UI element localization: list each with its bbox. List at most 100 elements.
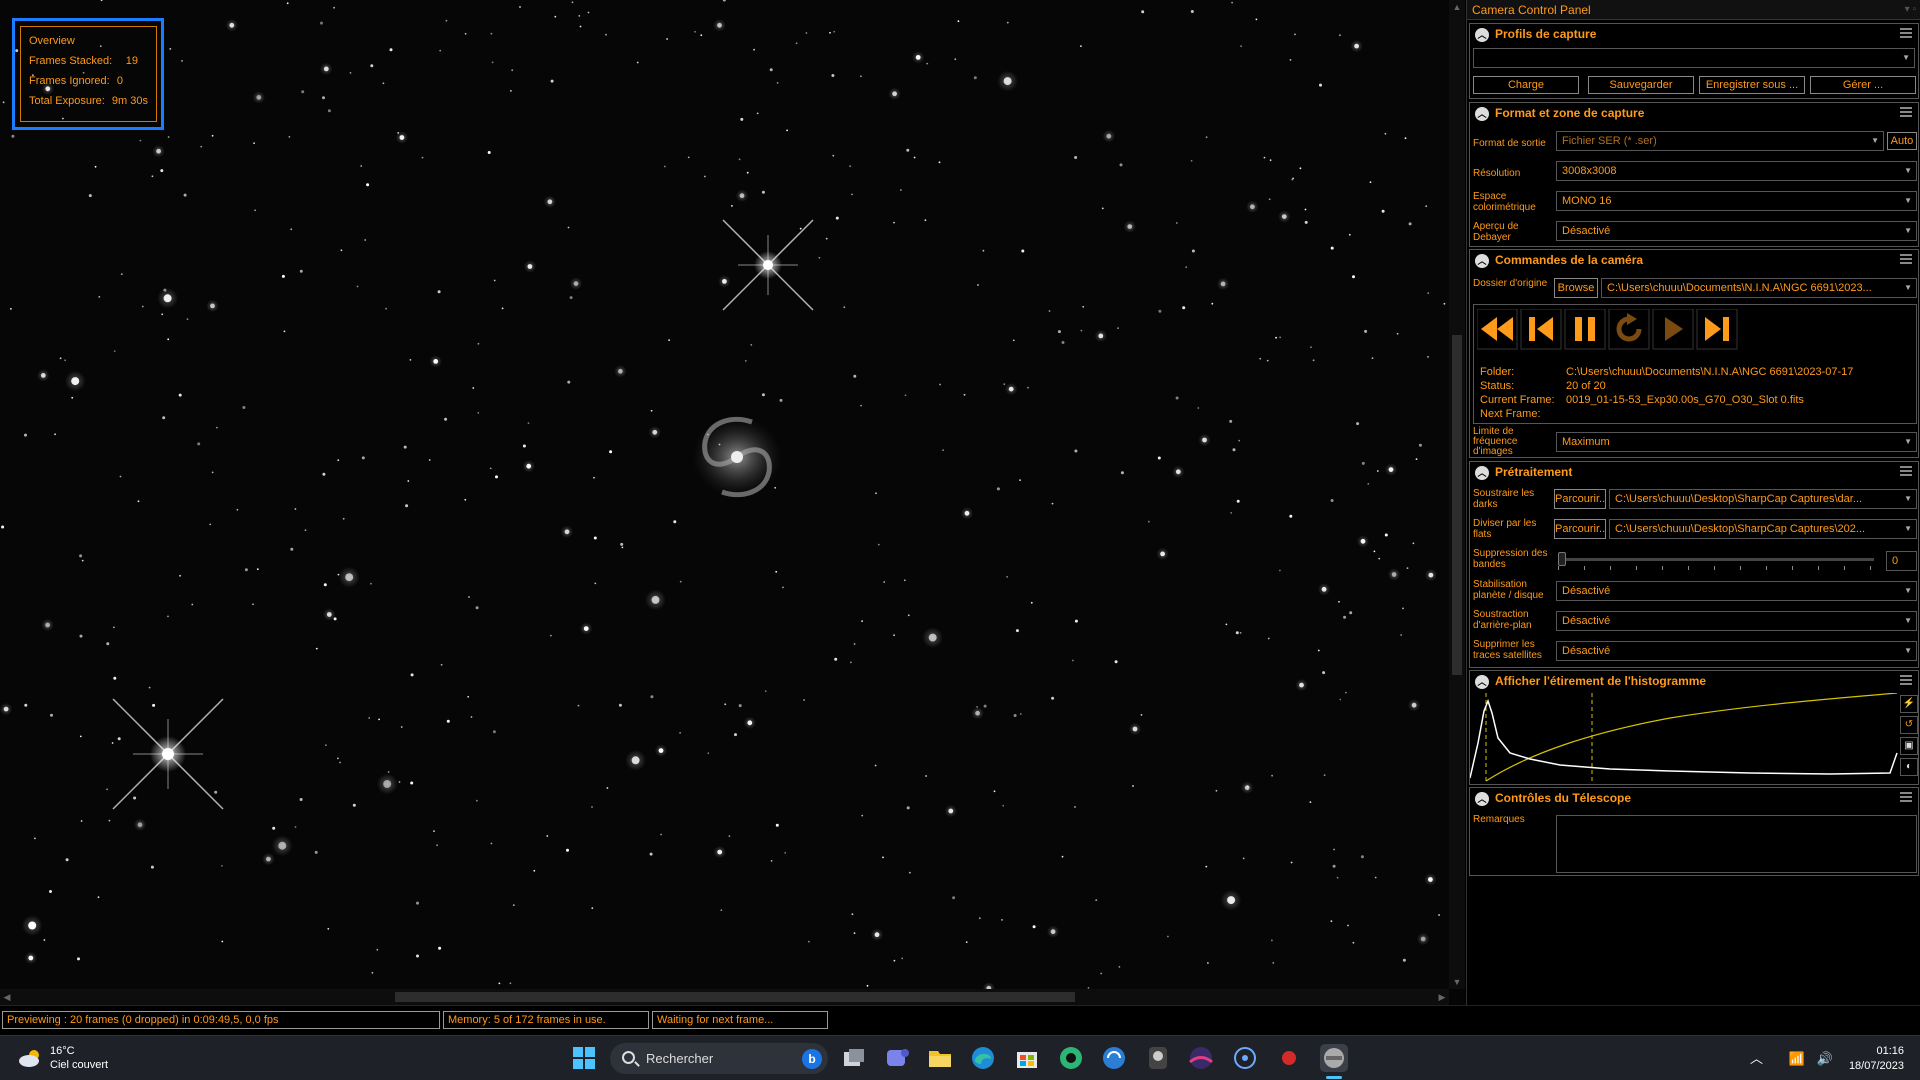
blue-swirl-app-icon[interactable] [1100,1044,1128,1072]
dropdown-arrow-icon[interactable]: ▼ [1904,192,1912,210]
auto-stretch-icon[interactable]: ⚡ [1900,695,1918,713]
previous-frame-button[interactable] [1520,309,1562,350]
rewind-button[interactable] [1477,309,1518,350]
collapse-chevron-icon[interactable]: ︿ [1475,675,1489,689]
star-field-image[interactable] [0,0,1449,989]
star [409,359,412,361]
contrast-icon[interactable]: ◐ [1900,758,1918,776]
save-profile-button[interactable]: Sauvegarder [1588,76,1694,94]
teams-chat-icon[interactable] [883,1044,911,1072]
show-hidden-icons-chevron-icon[interactable]: ︿ [1750,1051,1763,1066]
scroll-left-icon[interactable]: ◀ [0,989,14,1005]
weather-widget[interactable]: 16°C Ciel couvert [18,1044,108,1072]
windows-start-icon[interactable] [570,1044,598,1072]
resolution-select[interactable]: 3008x3008 ▼ [1556,161,1917,181]
section-header[interactable]: ︿ Afficher l'étirement de l'histogramme [1470,671,1918,693]
file-explorer-icon[interactable] [926,1044,954,1072]
sharpcap-app-icon[interactable] [1320,1044,1348,1072]
star [43,939,46,941]
reset-icon[interactable]: ↺ [1900,716,1918,734]
manage-profiles-button[interactable]: Gérer ... [1810,76,1916,94]
section-menu-icon[interactable] [1900,28,1912,40]
bing-icon[interactable]: b [802,1049,822,1069]
browse-folder-button[interactable]: Browse [1554,278,1598,298]
section-menu-icon[interactable] [1900,107,1912,119]
horizontal-scrollbar[interactable]: ◀ ▶ [0,989,1449,1005]
scroll-up-icon[interactable]: ▲ [1449,0,1465,14]
dropdown-arrow-icon[interactable]: ▼ [1904,490,1912,508]
volume-icon[interactable]: 🔊 [1816,1051,1832,1066]
darks-file-select[interactable]: C:\Users\chuuu\Desktop\SharpCap Captures… [1609,489,1917,509]
section-menu-icon[interactable] [1900,675,1912,687]
section-menu-icon[interactable] [1900,792,1912,804]
section-header[interactable]: ︿ Profils de capture [1470,24,1918,46]
collapse-chevron-icon[interactable]: ︿ [1475,466,1489,480]
debayer-select[interactable]: Désactivé ▼ [1556,221,1917,241]
horizontal-scroll-thumb[interactable] [395,992,1075,1002]
memory-status: Memory: 5 of 172 frames in use. [443,1011,649,1029]
wifi-icon[interactable]: 📶 [1789,1051,1805,1066]
scroll-right-icon[interactable]: ▶ [1435,989,1449,1005]
output-format-select[interactable]: Fichier SER (* .ser) ▼ [1556,131,1884,151]
task-view-icon[interactable] [840,1044,868,1072]
banding-slider[interactable] [1558,552,1874,570]
colorspace-select[interactable]: MONO 16 ▼ [1556,191,1917,211]
dropdown-arrow-icon[interactable]: ▼ [1904,582,1912,600]
section-menu-icon[interactable] [1900,466,1912,478]
dropdown-arrow-icon[interactable]: ▼ [1904,162,1912,180]
dropdown-arrow-icon[interactable]: ▼ [1904,642,1912,660]
dropdown-arrow-icon[interactable]: ▼ [1904,520,1912,538]
section-header[interactable]: ︿ Contrôles du Télescope [1470,788,1918,810]
panel-pin-icon[interactable]: ▾ ▫ [1905,0,1916,20]
section-header[interactable]: ︿ Prétraitement [1470,462,1918,484]
dropdown-arrow-icon[interactable]: ▼ [1904,433,1912,451]
phd2-app-icon[interactable] [1231,1044,1259,1072]
save-as-profile-button[interactable]: Enregistrer sous ... [1699,76,1805,94]
source-folder-select[interactable]: C:\Users\chuuu\Documents\N.I.N.A\NGC 669… [1601,278,1917,298]
section-menu-icon[interactable] [1900,254,1912,266]
save-icon[interactable]: ▣ [1900,737,1918,755]
profile-select[interactable]: ▼ [1473,48,1915,68]
collapse-chevron-icon[interactable]: ︿ [1475,792,1489,806]
replay-button[interactable] [1608,309,1650,350]
background-subtract-select[interactable]: Désactivé ▼ [1556,611,1917,631]
green-app-icon[interactable] [1057,1044,1085,1072]
scroll-down-icon[interactable]: ▼ [1449,975,1465,989]
edge-browser-icon[interactable] [969,1044,997,1072]
vertical-scroll-thumb[interactable] [1452,335,1462,675]
dropdown-arrow-icon[interactable]: ▼ [1871,132,1879,150]
flats-file-select[interactable]: C:\Users\chuuu\Desktop\SharpCap Captures… [1609,519,1917,539]
collapse-chevron-icon[interactable]: ︿ [1475,107,1489,121]
pause-button[interactable] [1564,309,1606,350]
dropdown-arrow-icon[interactable]: ▼ [1904,222,1912,240]
red-app-icon[interactable] [1275,1044,1303,1072]
play-button[interactable] [1652,309,1694,350]
next-frame-button[interactable] [1696,309,1738,350]
darks-browse-button[interactable]: Parcourir... [1554,489,1606,509]
image-viewer[interactable]: Overview Frames Stacked: 19 Frames Ignor… [0,0,1465,1005]
load-profile-button[interactable]: Charge [1473,76,1579,94]
section-header[interactable]: ︿ Format et zone de capture [1470,103,1918,125]
dropdown-arrow-icon[interactable]: ▼ [1902,49,1910,67]
satellite-trails-select[interactable]: Désactivé ▼ [1556,641,1917,661]
taskbar-clock[interactable]: 01:16 18/07/2023 [1849,1044,1904,1074]
notes-textarea[interactable] [1556,815,1917,873]
taskbar-search-box[interactable]: Rechercher b [610,1043,828,1074]
collapse-chevron-icon[interactable]: ︿ [1475,28,1489,42]
banding-value-input[interactable]: 0 [1886,551,1917,571]
stellarium-app-icon[interactable] [1187,1044,1215,1072]
collapse-chevron-icon[interactable]: ︿ [1475,254,1489,268]
dropdown-arrow-icon[interactable]: ▼ [1904,279,1912,297]
section-header[interactable]: ︿ Commandes de la caméra [1470,250,1918,272]
flats-browse-button[interactable]: Parcourir... [1554,519,1606,539]
histogram-stretch-graph[interactable] [1470,693,1898,783]
framerate-limit-select[interactable]: Maximum ▼ [1556,432,1917,452]
microsoft-store-icon[interactable] [1013,1044,1041,1072]
auto-format-button[interactable]: Auto [1887,132,1917,150]
vertical-scrollbar[interactable]: ▲ ▼ [1449,0,1465,989]
dropdown-arrow-icon[interactable]: ▼ [1904,612,1912,630]
nina-app-icon[interactable] [1144,1044,1172,1072]
star [649,852,653,856]
stabilize-select[interactable]: Désactivé ▼ [1556,581,1917,601]
slider-thumb[interactable] [1558,552,1566,566]
